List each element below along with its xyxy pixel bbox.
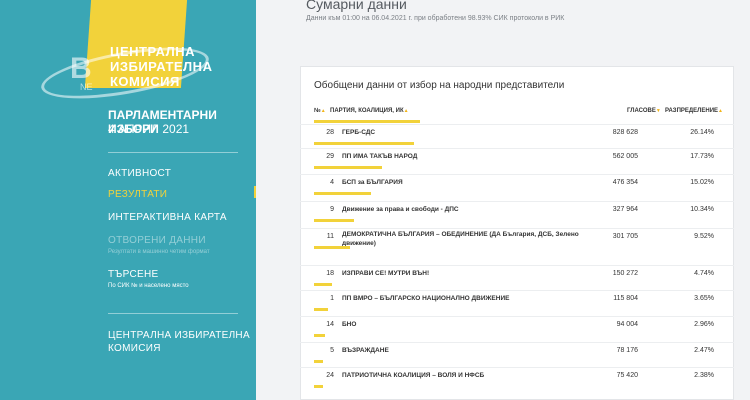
row-share-bar xyxy=(314,219,354,222)
row-share-bar xyxy=(314,192,371,195)
column-header-party-label: ПАРТИЯ, КОАЛИЦИЯ, ИК xyxy=(330,108,404,114)
row-number: 14 xyxy=(326,321,334,328)
row-share-bar xyxy=(314,142,414,145)
nav-item-open-data-sub: Резултати в машинно четим формат xyxy=(108,249,210,255)
row-share: 17.73% xyxy=(690,153,714,160)
footer-line-1[interactable]: ЦЕНТРАЛНА ИЗБИРАТЕЛНА xyxy=(108,330,250,341)
column-header-share[interactable]: РАЗПРЕДЕЛЕНИЕ▲ xyxy=(665,108,723,114)
table-row[interactable]: 1 ПП ВМРО – БЪЛГАРСКО НАЦИОНАЛНО ДВИЖЕНИЕ… xyxy=(300,290,734,313)
logo-line-1: ЦЕНТРАЛНА xyxy=(110,44,195,59)
divider xyxy=(108,313,238,314)
page-title: Сумарни данни xyxy=(306,0,407,12)
table-row[interactable]: 11 ДЕМОКРАТИЧНА БЪЛГАРИЯ – ОБЕДИНЕНИЕ (ДА… xyxy=(300,228,734,251)
row-votes: 562 005 xyxy=(612,153,638,160)
watermark-letter: B xyxy=(70,52,92,85)
table-row[interactable]: 29 ПП ИМА ТАКЪВ НАРОД 562 005 17.73% xyxy=(300,148,734,171)
row-share: 9.52% xyxy=(694,233,714,240)
table-row[interactable]: 18 ИЗПРАВИ СЕ! МУТРИ ВЪН! 150 272 4.74% xyxy=(300,265,734,288)
row-number: 24 xyxy=(326,372,334,379)
card-title: Обобщени данни от избор на народни предс… xyxy=(314,80,565,91)
row-number: 11 xyxy=(326,233,334,240)
row-votes: 115 804 xyxy=(613,295,638,302)
row-votes: 75 420 xyxy=(616,372,638,379)
column-header-share-label: РАЗПРЕДЕЛЕНИЕ xyxy=(665,108,719,114)
row-share-bar xyxy=(314,334,325,337)
table-row[interactable]: 14 БНО 94 004 2.96% xyxy=(300,316,734,339)
row-party-name: ПАТРИОТИЧНА КОАЛИЦИЯ – ВОЛЯ И НФСБ xyxy=(342,372,485,379)
row-share: 4.74% xyxy=(694,270,714,277)
sort-arrow-icon: ▲ xyxy=(320,108,326,114)
watermark-text: NE xyxy=(80,82,93,92)
divider xyxy=(108,152,238,153)
row-party-name: БНО xyxy=(342,321,357,328)
election-date: 4 АПРИЛ 2021 xyxy=(108,122,190,136)
row-number: 18 xyxy=(326,270,334,277)
logo-line-3: КОМИСИЯ xyxy=(110,74,180,89)
row-share-bar xyxy=(314,246,350,249)
sort-arrow-icon: ▲ xyxy=(403,108,409,114)
footer-line-2[interactable]: КОМИСИЯ xyxy=(108,343,161,354)
sort-arrow-icon: ▲ xyxy=(718,108,723,114)
column-header-votes[interactable]: ГЛАСОВЕ▼ xyxy=(627,108,661,114)
row-party-name: ДЕМОКРАТИЧНА БЪЛГАРИЯ – ОБЕДИНЕНИЕ (ДА Б… xyxy=(342,231,579,247)
row-votes: 150 272 xyxy=(612,270,638,277)
logo[interactable]: ЦЕНТРАЛНА ИЗБИРАТЕЛНА КОМИСИЯ xyxy=(110,44,212,89)
row-number: 4 xyxy=(330,179,334,186)
nav-item-interactive-map[interactable]: ИНТЕРАКТИВНА КАРТА xyxy=(108,212,227,223)
table-row[interactable]: 9 Движение за права и свободи - ДПС 327 96… xyxy=(300,201,734,224)
column-header-votes-label: ГЛАСОВЕ xyxy=(627,108,656,114)
column-header-num[interactable]: №▲ xyxy=(314,108,326,114)
row-share: 2.38% xyxy=(694,372,714,379)
row-share-bar xyxy=(314,385,323,388)
nav-item-search-sub: По СИК № и населено място xyxy=(108,283,189,289)
header-underline xyxy=(314,120,420,123)
row-party-name: ПП ИМА ТАКЪВ НАРОД xyxy=(342,153,418,160)
row-share: 2.96% xyxy=(694,321,714,328)
row-share: 15.02% xyxy=(690,179,714,186)
row-share-bar xyxy=(314,283,332,286)
row-number: 9 xyxy=(330,206,334,213)
row-share-bar xyxy=(314,308,328,311)
row-share: 2.47% xyxy=(694,347,714,354)
row-share-bar xyxy=(314,166,382,169)
nav-item-open-data[interactable]: ОТВОРЕНИ ДАННИ xyxy=(108,235,206,246)
table-row[interactable]: 5 ВЪЗРАЖДАНЕ 78 176 2.47% xyxy=(300,342,734,365)
row-party-name: БСП за БЪЛГАРИЯ xyxy=(342,179,403,186)
row-party-name: Движение за права и свободи - ДПС xyxy=(342,206,459,213)
row-share: 26.14% xyxy=(690,129,714,136)
row-votes: 327 964 xyxy=(612,206,638,213)
table-row[interactable]: 24 ПАТРИОТИЧНА КОАЛИЦИЯ – ВОЛЯ И НФСБ 75 4… xyxy=(300,367,734,390)
table-row[interactable]: 4 БСП за БЪЛГАРИЯ 476 354 15.02% xyxy=(300,174,734,197)
row-votes: 301 705 xyxy=(612,233,638,240)
row-party-name: ИЗПРАВИ СЕ! МУТРИ ВЪН! xyxy=(342,270,430,277)
row-share-bar xyxy=(314,360,323,363)
row-party-name: ГЕРБ-СДС xyxy=(342,129,376,136)
row-number: 29 xyxy=(326,153,334,160)
nav-item-results[interactable]: РЕЗУЛТАТИ xyxy=(108,189,167,200)
row-share: 10.34% xyxy=(690,206,714,213)
logo-line-2: ИЗБИРАТЕЛНА xyxy=(110,59,213,74)
row-party-name: ПП ВМРО – БЪЛГАРСКО НАЦИОНАЛНО ДВИЖЕНИЕ xyxy=(342,295,510,302)
page-subtitle: Данни към 01:00 на 06.04.2021 г. при обр… xyxy=(306,15,565,22)
row-votes: 78 176 xyxy=(616,347,638,354)
table-row[interactable]: 28 ГЕРБ-СДС 828 628 26.14% xyxy=(300,124,734,147)
row-party-name: ВЪЗРАЖДАНЕ xyxy=(342,347,389,354)
row-number: 1 xyxy=(330,295,334,302)
column-header-party[interactable]: ПАРТИЯ, КОАЛИЦИЯ, ИК▲ xyxy=(330,108,409,114)
sort-arrow-icon: ▼ xyxy=(655,108,661,114)
sidebar: B NE ЦЕНТРАЛНА ИЗБИРАТЕЛНА КОМИСИЯ ПАРЛА… xyxy=(0,0,256,400)
row-share: 3.65% xyxy=(694,295,714,302)
row-votes: 476 354 xyxy=(612,179,638,186)
nav-item-search[interactable]: ТЪРСЕНЕ xyxy=(108,269,158,280)
row-number: 5 xyxy=(330,347,334,354)
nav-item-activity[interactable]: АКТИВНОСТ xyxy=(108,168,171,179)
row-number: 28 xyxy=(326,129,334,136)
row-votes: 94 004 xyxy=(616,321,638,328)
column-header-num-label: № xyxy=(314,108,321,114)
row-votes: 828 628 xyxy=(612,129,638,136)
